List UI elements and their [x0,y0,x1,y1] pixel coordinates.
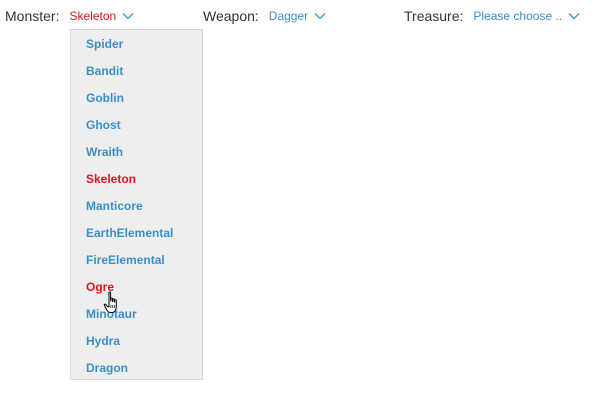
monster-option-hydra[interactable]: Hydra [86,332,120,350]
monster-option-ghost[interactable]: Ghost [86,116,121,134]
monster-option-manticore[interactable]: Manticore [86,197,143,215]
weapon-label: Weapon: [203,8,259,24]
weapon-select[interactable]: Dagger [269,7,326,25]
monster-selected-value: Skeleton [69,9,117,23]
monster-option-goblin[interactable]: Goblin [86,89,124,107]
monster-option-skeleton[interactable]: Skeleton [86,170,136,188]
weapon-selected-value: Dagger [268,9,309,23]
monster-dropdown-menu: Spider Bandit Goblin Ghost Wraith Skelet… [70,29,203,380]
chevron-down-icon [314,12,326,20]
monster-option-wraith[interactable]: Wraith [86,143,123,161]
treasure-placeholder: Please choose .. [473,9,563,23]
monster-label: Monster: [5,8,60,24]
monster-option-fireelemental[interactable]: FireElemental [86,251,165,269]
chevron-down-icon [568,12,580,20]
hand-pointer-icon [103,291,121,315]
treasure-select[interactable]: Please choose .. [473,7,580,25]
monster-option-dragon[interactable]: Dragon [86,359,128,377]
chevron-down-icon [122,12,134,20]
treasure-label: Treasure: [404,8,464,24]
monster-select[interactable]: Skeleton [69,7,134,25]
weapon-field: Weapon: Dagger [203,7,326,25]
treasure-field: Treasure: Please choose .. [404,7,580,25]
monster-field: Monster: Skeleton [5,7,134,25]
monster-option-earthelemental[interactable]: EarthElemental [86,224,173,242]
monster-option-spider[interactable]: Spider [86,35,123,53]
monster-option-bandit[interactable]: Bandit [86,62,123,80]
